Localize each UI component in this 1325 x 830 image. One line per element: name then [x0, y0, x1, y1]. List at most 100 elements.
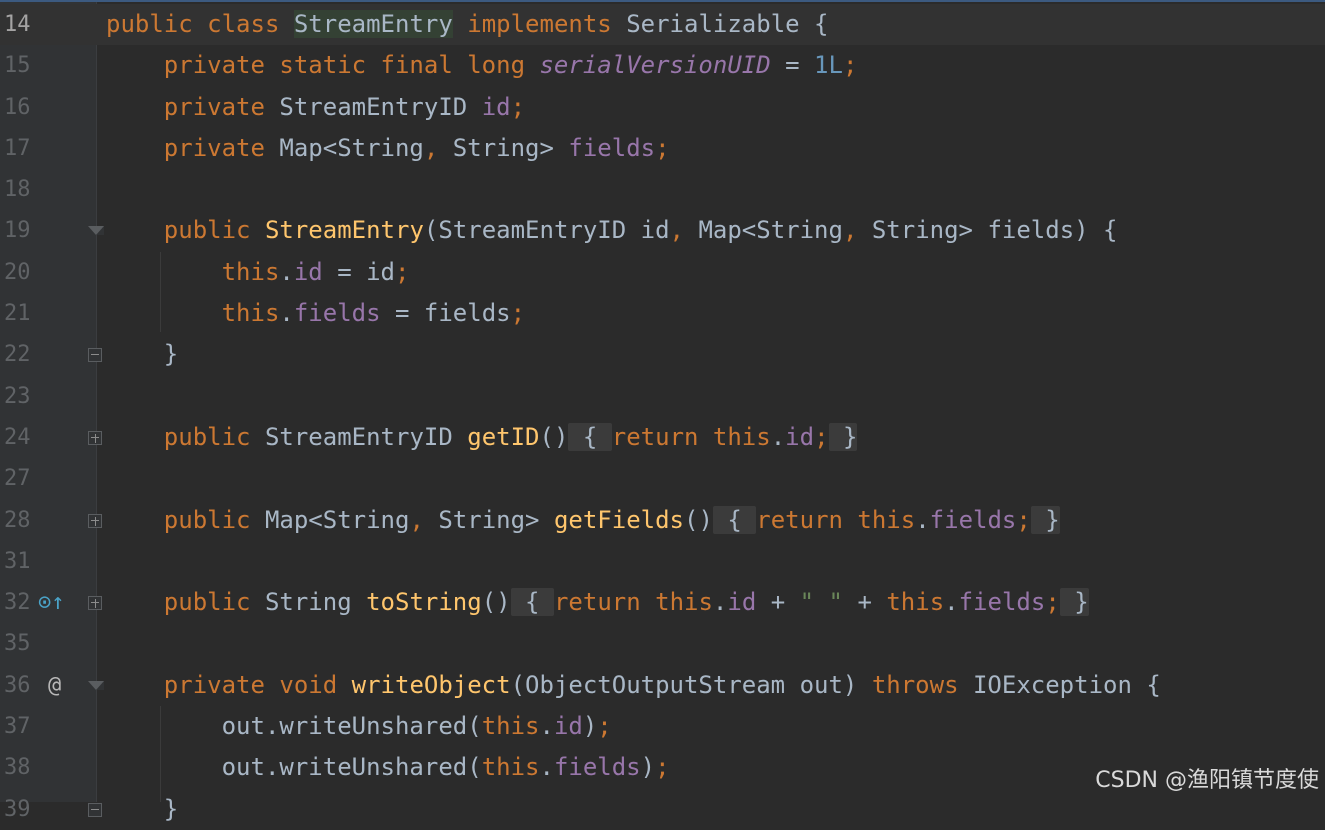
line-number[interactable]: 37	[0, 706, 40, 747]
code-token: .	[915, 505, 930, 534]
fold-collapse-icon[interactable]	[88, 348, 102, 363]
code-token: .	[279, 299, 294, 328]
code-token: implements	[467, 10, 612, 38]
code-line[interactable]: 18	[0, 169, 1325, 210]
line-number[interactable]: 22	[0, 334, 40, 375]
code-token: ;	[510, 299, 526, 328]
code-token[interactable]: }	[1059, 588, 1089, 617]
line-number[interactable]: 28	[0, 500, 40, 541]
code-token: ,	[842, 216, 872, 245]
code-line[interactable]: 19 public StreamEntry(StreamEntryID id, …	[0, 210, 1325, 251]
code-token: +	[756, 588, 800, 617]
annotation-icon[interactable]: @	[48, 665, 61, 706]
fold-collapse-icon[interactable]	[88, 802, 102, 817]
code-token: ;	[395, 257, 410, 286]
code-text: }	[106, 334, 178, 375]
code-token: StreamEntry	[264, 216, 424, 245]
code-token[interactable]: {	[712, 505, 757, 534]
code-line[interactable]: 27	[0, 458, 1325, 499]
code-editor[interactable]: 14 public class StreamEntry implements Se…	[0, 4, 1325, 830]
fold-expand-icon[interactable]	[88, 430, 102, 445]
line-number[interactable]: 19	[0, 210, 40, 251]
code-token[interactable]: {	[568, 422, 612, 451]
code-line[interactable]: 32 ⊙↑ public String toString() { return t…	[0, 582, 1325, 623]
code-text: public Map<String, String> getFields() {…	[106, 500, 1060, 541]
line-number[interactable]: 31	[0, 541, 40, 582]
code-token: return this	[756, 505, 916, 534]
code-token: =	[770, 51, 815, 80]
code-line[interactable]: 20 this.id = id;	[0, 252, 1325, 293]
line-number[interactable]: 17	[0, 128, 40, 169]
code-token: ()	[684, 505, 713, 534]
line-number[interactable]: 14	[0, 4, 40, 45]
code-text: this.id = id;	[106, 252, 410, 293]
code-token: (ObjectOutputStream out)	[510, 670, 872, 699]
code-token: return this	[553, 588, 713, 617]
code-token: ()	[481, 588, 511, 617]
code-token: writeObject	[351, 670, 511, 699]
code-line[interactable]: 16 private StreamEntryID id;	[0, 87, 1325, 128]
code-token: ;	[814, 422, 829, 451]
code-line[interactable]: 28 public Map<String, String> getFields(…	[0, 500, 1325, 541]
editor-top-border	[0, 0, 1325, 2]
code-token: this	[481, 712, 540, 741]
code-token: ;	[655, 753, 670, 782]
line-number[interactable]: 18	[0, 169, 40, 210]
code-token: fields	[568, 133, 656, 162]
line-number[interactable]: 20	[0, 252, 40, 293]
code-token: id	[481, 92, 511, 121]
code-token[interactable]: }	[1030, 505, 1060, 534]
code-text: public class StreamEntry implements Seri…	[106, 4, 829, 45]
code-token[interactable]: }	[828, 422, 858, 451]
code-line[interactable]: 14 public class StreamEntry implements Se…	[0, 4, 1325, 46]
code-line[interactable]: 15 private static final long serialVersi…	[0, 45, 1325, 86]
line-number[interactable]: 21	[0, 293, 40, 334]
code-line[interactable]: 22 }	[0, 334, 1325, 375]
fold-collapse-icon[interactable]	[88, 226, 104, 236]
override-icon[interactable]: ⊙↑	[38, 582, 65, 623]
line-number[interactable]: 23	[0, 376, 40, 417]
code-token[interactable]: {	[510, 588, 554, 617]
code-token: toString	[366, 588, 482, 617]
code-token: ;	[510, 92, 526, 121]
code-token: ()	[539, 422, 569, 451]
code-token: .	[279, 257, 294, 286]
code-token: .	[944, 588, 959, 617]
code-text: this.fields = fields;	[106, 293, 525, 334]
fold-collapse-icon[interactable]	[88, 680, 104, 690]
code-token: throws	[871, 670, 973, 699]
code-line[interactable]: 35	[0, 623, 1325, 664]
code-token: .	[539, 712, 554, 741]
code-line[interactable]: 36 @ private void writeObject(ObjectOutpu…	[0, 665, 1325, 706]
line-number[interactable]: 27	[0, 458, 40, 499]
code-token: out.writeUnshared(	[106, 712, 482, 741]
code-line[interactable]: 21 this.fields = fields;	[0, 293, 1325, 334]
line-number[interactable]: 24	[0, 417, 40, 458]
line-number[interactable]: 15	[0, 45, 40, 86]
code-token: this	[221, 299, 280, 328]
line-number[interactable]: 38	[0, 747, 40, 788]
code-text: private StreamEntryID id;	[106, 87, 525, 128]
line-number[interactable]: 16	[0, 87, 40, 128]
code-line[interactable]: 17 private Map<String, String> fields;	[0, 128, 1325, 169]
line-number[interactable]: 39	[0, 789, 40, 830]
line-number[interactable]: 36	[0, 665, 40, 706]
code-line[interactable]: 23	[0, 376, 1325, 417]
fold-expand-icon[interactable]	[88, 513, 102, 528]
code-line[interactable]: 24 public StreamEntryID getID() { return…	[0, 417, 1325, 458]
code-line[interactable]: 39 }	[0, 789, 1325, 830]
line-number[interactable]: 35	[0, 623, 40, 664]
line-number[interactable]: 32	[0, 582, 40, 623]
code-line[interactable]: 31	[0, 541, 1325, 582]
code-token: (StreamEntryID id	[423, 216, 670, 245]
code-line[interactable]: 37 out.writeUnshared(this.id);	[0, 706, 1325, 747]
code-token: IOException {	[972, 670, 1161, 699]
code-text: public StreamEntryID getID() { return th…	[106, 417, 858, 458]
code-token: String>	[438, 505, 554, 534]
fold-expand-icon[interactable]	[88, 596, 102, 611]
